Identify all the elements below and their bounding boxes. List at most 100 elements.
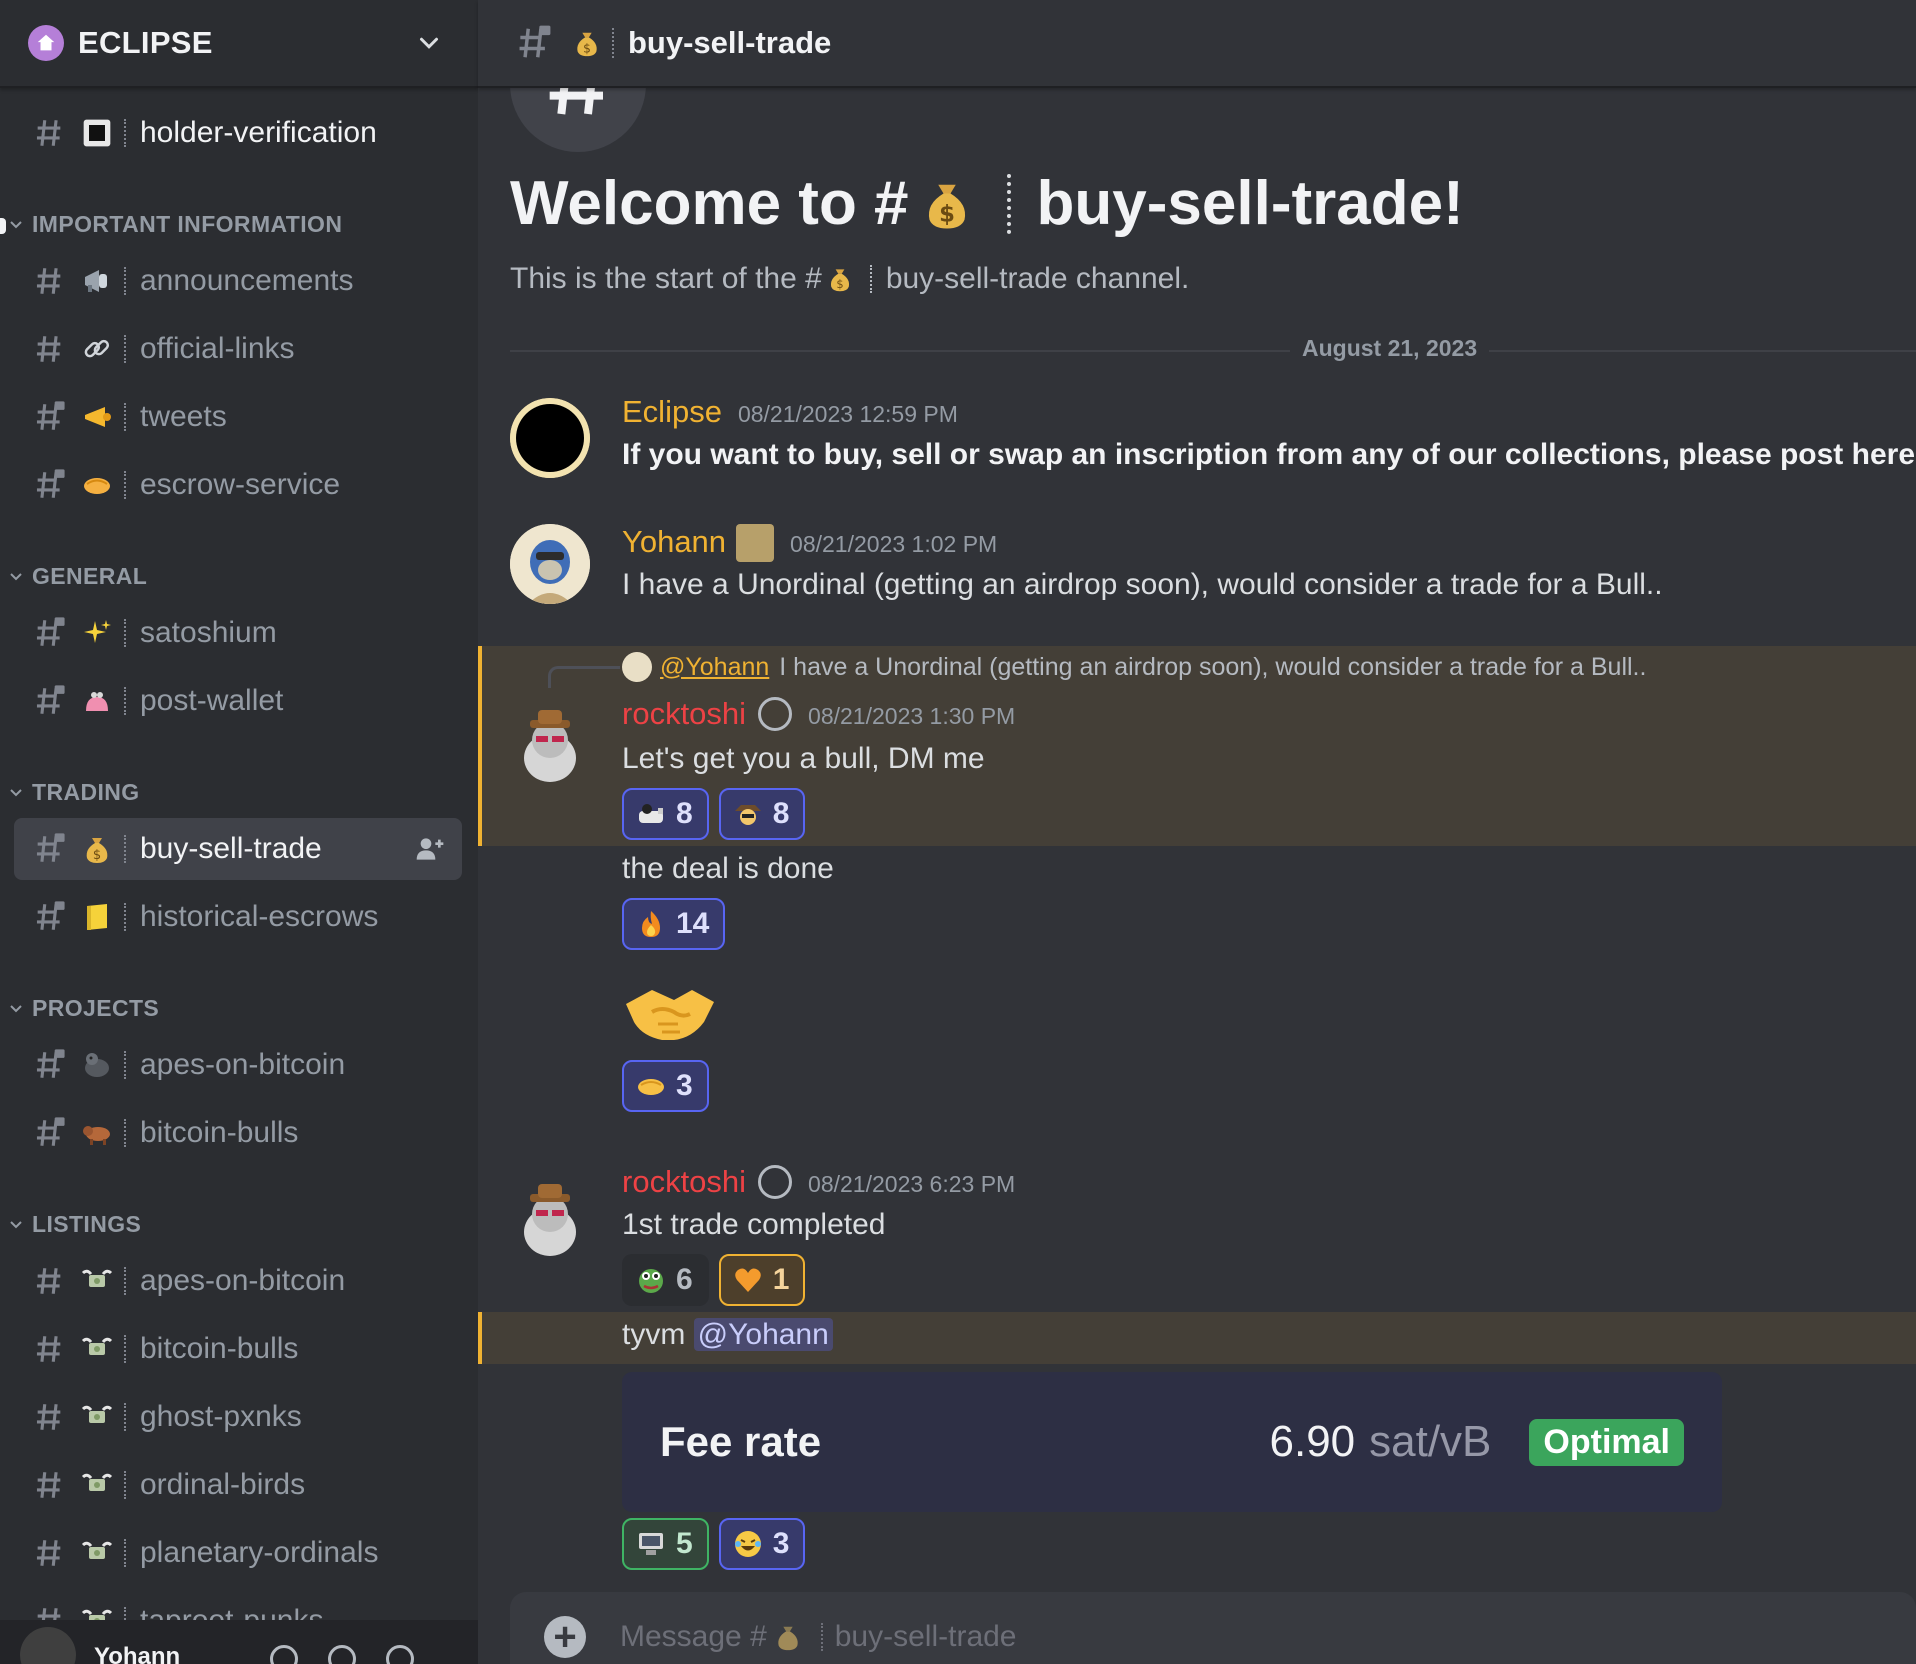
reply-preview[interactable]: @Yohann I have a Unordinal (getting an a…: [622, 652, 1646, 682]
svg-text:$: $: [836, 277, 843, 291]
purse-icon: [80, 684, 114, 718]
category-projects[interactable]: PROJECTS: [8, 990, 159, 1026]
flying-money-icon: [80, 1332, 114, 1366]
avatar[interactable]: [20, 1627, 76, 1664]
hash-lock-icon: [36, 469, 65, 498]
timestamp: 08/21/2023 12:59 PM: [737, 401, 958, 427]
chevron-down-icon[interactable]: [414, 28, 444, 58]
ape-emoji-icon: [636, 799, 666, 829]
user-mention[interactable]: @Yohann: [693, 1318, 833, 1351]
channel-historical-escrows[interactable]: historical-escrows: [14, 886, 462, 948]
channel-title: buy-sell-trade: [628, 25, 832, 60]
add-attachment-icon[interactable]: +: [544, 1616, 586, 1658]
reaction[interactable]: 14: [622, 898, 726, 950]
headphones-icon[interactable]: [328, 1645, 357, 1664]
reaction[interactable]: 1: [718, 1254, 806, 1306]
channel-label: holder-verification: [140, 116, 377, 149]
channel-holder-verification[interactable]: holder-verification: [14, 102, 462, 164]
message-composer[interactable]: + Message # buy-sell-trade: [510, 1592, 1916, 1664]
channel-listing-bitcoin-bulls[interactable]: bitcoin-bulls: [14, 1318, 462, 1380]
channel-announcements[interactable]: announcements: [14, 250, 462, 312]
category-trading[interactable]: TRADING: [8, 774, 140, 810]
reaction[interactable]: 3: [622, 1060, 709, 1112]
channel-listing-apes-on-bitcoin[interactable]: apes-on-bitcoin: [14, 1250, 462, 1312]
reaction[interactable]: 3: [718, 1518, 806, 1570]
status-circle-icon: [758, 697, 793, 731]
ox-icon: [80, 1116, 114, 1150]
hash-icon: [36, 336, 61, 362]
channel-bitcoin-bulls[interactable]: bitcoin-bulls: [14, 1102, 462, 1164]
handshake-emoji-icon: [636, 1071, 666, 1101]
avatar[interactable]: [510, 702, 590, 782]
channel-sidebar: ECLIPSE holder-verification IMPORTANT IN…: [0, 0, 478, 1664]
channel-post-wallet[interactable]: post-wallet: [14, 670, 462, 732]
reaction[interactable]: 8: [622, 788, 709, 840]
channel-escrow-service[interactable]: escrow-service: [14, 454, 462, 516]
channel-official-links[interactable]: official-links: [14, 318, 462, 380]
author-name[interactable]: rocktoshi: [622, 1164, 746, 1200]
avatar: [622, 652, 652, 682]
black-square-icon: [80, 116, 114, 150]
channel-listing-taproot-punks[interactable]: taproot-punks: [14, 1590, 462, 1622]
reaction[interactable]: 5: [622, 1518, 709, 1570]
flying-money-icon: [80, 1264, 114, 1298]
category-listings[interactable]: LISTINGS: [8, 1206, 141, 1242]
hash-lock-icon: [36, 617, 65, 646]
message-text: the deal is done: [622, 852, 834, 885]
server-header[interactable]: ECLIPSE: [0, 0, 478, 88]
mute-icon[interactable]: [270, 1645, 299, 1664]
hash-icon: [36, 1472, 61, 1498]
reaction[interactable]: 6: [622, 1254, 709, 1306]
avatar[interactable]: [510, 1176, 590, 1256]
cowboy-emoji-icon: [733, 799, 763, 829]
link-icon: [80, 332, 114, 366]
embed-label: Fee rate: [660, 1418, 822, 1465]
hash-lock-icon: [519, 25, 551, 58]
chevron-down-icon: [10, 789, 22, 797]
channel-satoshium[interactable]: satoshium: [14, 602, 462, 664]
svg-text:$: $: [939, 201, 955, 227]
gorilla-icon: [80, 1048, 114, 1082]
gear-icon[interactable]: [386, 1645, 415, 1664]
timestamp: 08/21/2023 1:02 PM: [790, 531, 998, 557]
channel-listing-planetary-ordinals[interactable]: planetary-ordinals: [14, 1522, 462, 1584]
reactions: 14: [622, 898, 726, 950]
avatar[interactable]: [510, 398, 590, 478]
reactions: 6 1: [622, 1254, 806, 1306]
fire-emoji-icon: [636, 909, 666, 939]
author-name[interactable]: Eclipse: [622, 394, 722, 430]
message: 3: [478, 978, 1916, 1118]
avatar[interactable]: [510, 524, 590, 604]
author-name[interactable]: rocktoshi: [622, 696, 746, 732]
role-badge-icon: [736, 524, 775, 562]
date-divider: August 21, 2023: [510, 335, 1916, 362]
megaphone-icon: [80, 264, 114, 298]
category-important-information[interactable]: IMPORTANT INFORMATION: [8, 206, 342, 242]
hash-icon: [36, 1268, 61, 1294]
server-name: ECLIPSE: [78, 25, 213, 60]
channel-tweets[interactable]: tweets: [14, 386, 462, 448]
create-invite-icon[interactable]: [414, 833, 446, 865]
welcome-subtitle: This is the start of the # $ buy-sell-tr…: [510, 262, 1190, 295]
chevron-down-icon: [10, 573, 22, 581]
chevron-down-icon: [10, 1221, 22, 1229]
money-bag-icon: $: [577, 32, 597, 57]
money-bag-icon: $: [80, 832, 114, 866]
timestamp: 08/21/2023 6:23 PM: [808, 1171, 1016, 1197]
status-circle-icon: [758, 1165, 793, 1199]
channel-listing-ordinal-birds[interactable]: ordinal-birds: [14, 1454, 462, 1516]
message-text: 1st trade completed: [622, 1208, 886, 1241]
username: Yohann: [94, 1643, 181, 1664]
server-boost-icon: [28, 25, 64, 61]
laughing-emoji-icon: [733, 1529, 763, 1559]
hash-lock-icon: [36, 1049, 65, 1078]
sparkles-icon: [80, 616, 114, 650]
channel-buy-sell-trade[interactable]: $ buy-sell-trade: [14, 818, 462, 880]
author-name[interactable]: Yohann: [622, 524, 726, 560]
reaction[interactable]: 8: [718, 788, 806, 840]
channel-apes-on-bitcoin[interactable]: apes-on-bitcoin: [14, 1034, 462, 1096]
channel-listing-ghost-pxnks[interactable]: ghost-pxnks: [14, 1386, 462, 1448]
message: Eclipse 08/21/2023 12:59 PM If you want …: [478, 390, 1916, 500]
unread-indicator: [0, 218, 6, 234]
category-general[interactable]: GENERAL: [8, 558, 147, 594]
